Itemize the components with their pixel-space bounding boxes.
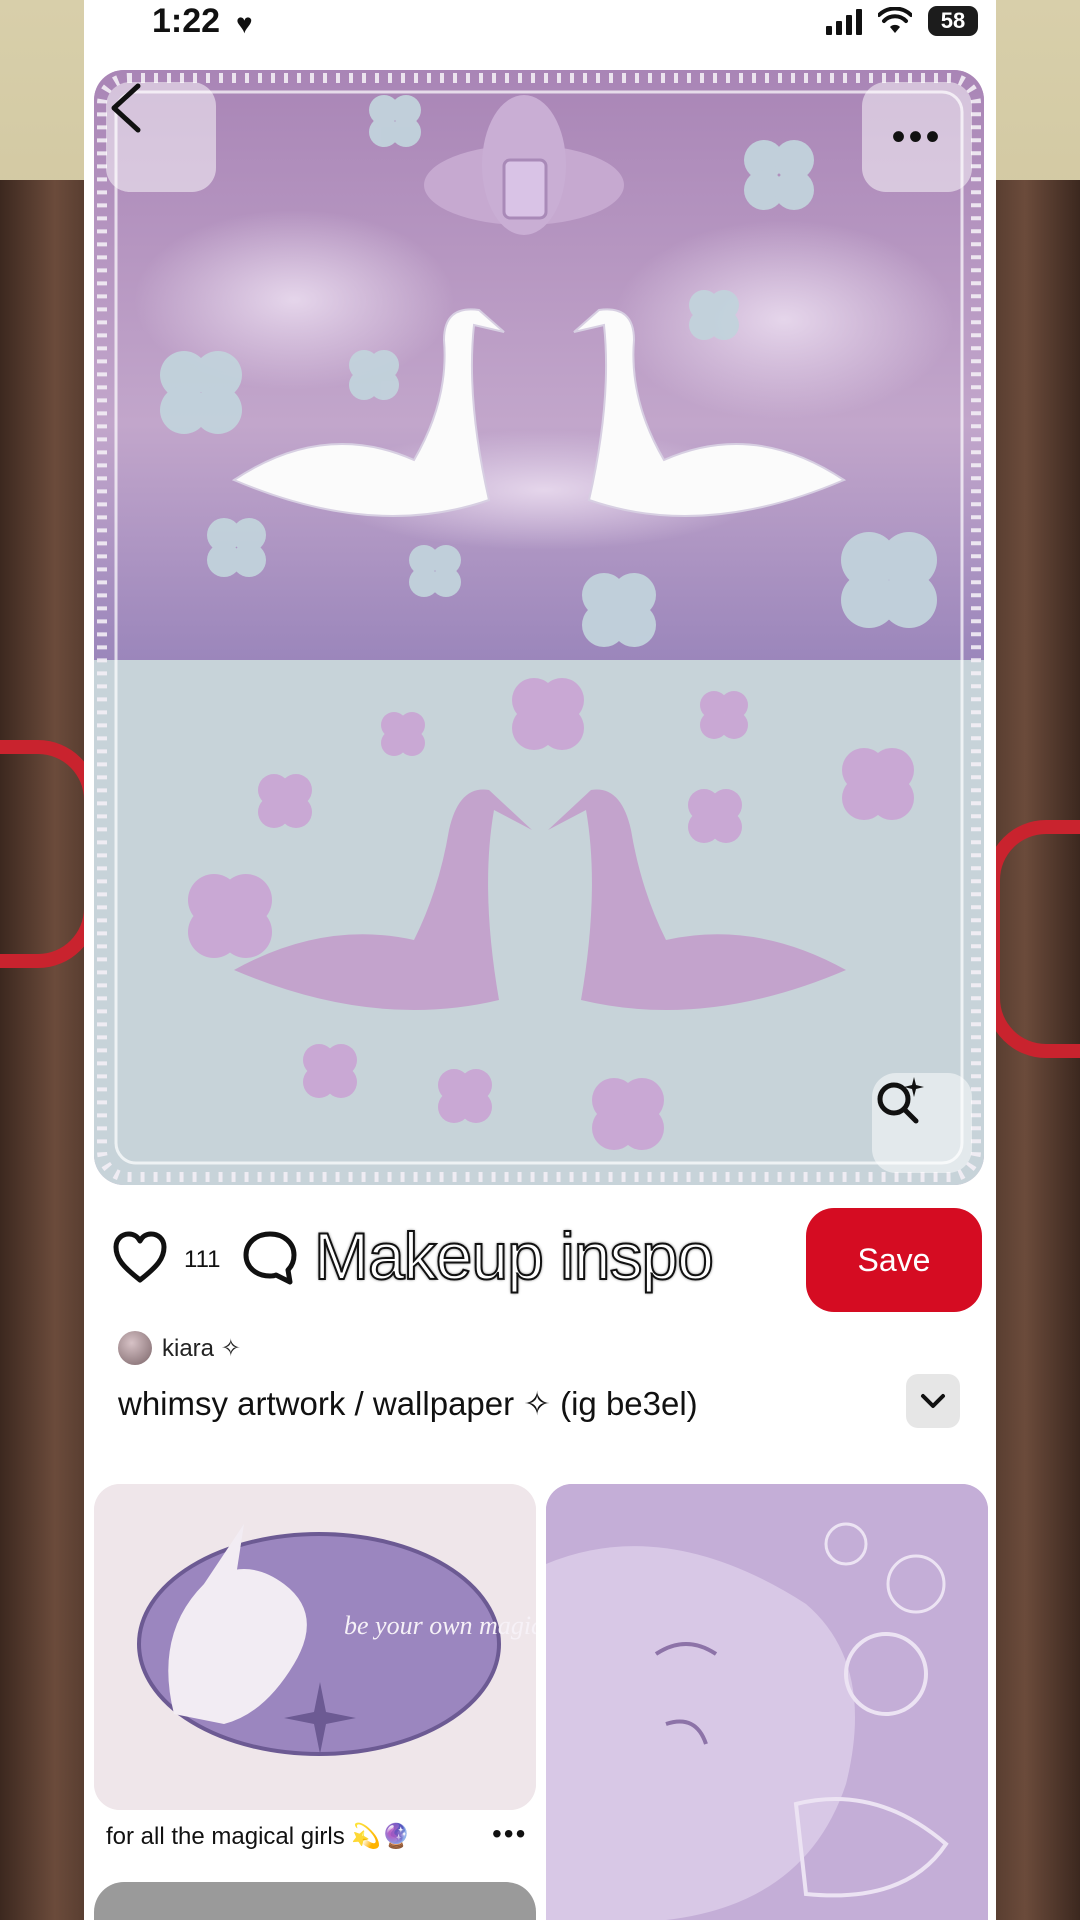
pin-action-row: 111 Makeup inspo Save xyxy=(84,1200,996,1320)
card-image-text: be your own magical girl ! xyxy=(344,1611,536,1640)
more-icon: ••• xyxy=(891,114,943,159)
related-pin-caption[interactable]: for all the magical girls 💫🔮 xyxy=(106,1822,411,1851)
related-pin-more-button[interactable]: ••• xyxy=(492,1818,527,1850)
swan-artwork xyxy=(94,70,984,1185)
pin-title: whimsy artwork / wallpaper ✧ (ig be3el) xyxy=(118,1385,698,1422)
more-options-button[interactable]: ••• xyxy=(862,82,972,192)
back-arrow-icon xyxy=(111,83,141,133)
author-name[interactable]: kiara ✧ xyxy=(162,1334,241,1363)
glasses-frame-right xyxy=(986,820,1080,1058)
pinterest-screen: 1:22 ♥ 58 ••• 111 Makeup inspo Save kiar… xyxy=(84,0,996,1920)
heart-icon[interactable] xyxy=(112,1230,168,1284)
like-count: 111 xyxy=(184,1246,221,1273)
pin-image[interactable]: ••• xyxy=(94,70,984,1185)
related-pin-card-placeholder[interactable] xyxy=(94,1882,536,1920)
visual-search-button[interactable] xyxy=(872,1073,972,1173)
chevron-down-icon xyxy=(921,1394,945,1408)
status-bar: 1:22 ♥ 58 xyxy=(84,0,996,60)
cellular-signal-icon xyxy=(826,7,862,35)
related-pin-card-face[interactable] xyxy=(546,1484,988,1920)
save-button[interactable]: Save xyxy=(806,1208,982,1312)
pin-author[interactable]: kiara ✧ xyxy=(118,1330,241,1366)
related-pin-card[interactable]: be your own magical girl ! xyxy=(94,1484,536,1810)
back-button[interactable] xyxy=(106,82,216,192)
battery-indicator: 58 xyxy=(928,6,978,36)
comment-icon[interactable] xyxy=(242,1230,298,1286)
status-icons: 58 xyxy=(826,6,978,36)
expand-description-button[interactable] xyxy=(906,1374,960,1428)
heart-status-icon: ♥ xyxy=(236,8,253,39)
visual-search-icon xyxy=(877,1077,924,1124)
status-time: 1:22 xyxy=(152,2,221,40)
video-overlay-caption: Makeup inspo xyxy=(313,1218,715,1294)
wifi-icon xyxy=(878,7,912,33)
avatar[interactable] xyxy=(118,1331,152,1365)
purple-face-artwork xyxy=(546,1484,988,1920)
magical-girl-artwork: be your own magical girl ! xyxy=(94,1484,536,1810)
